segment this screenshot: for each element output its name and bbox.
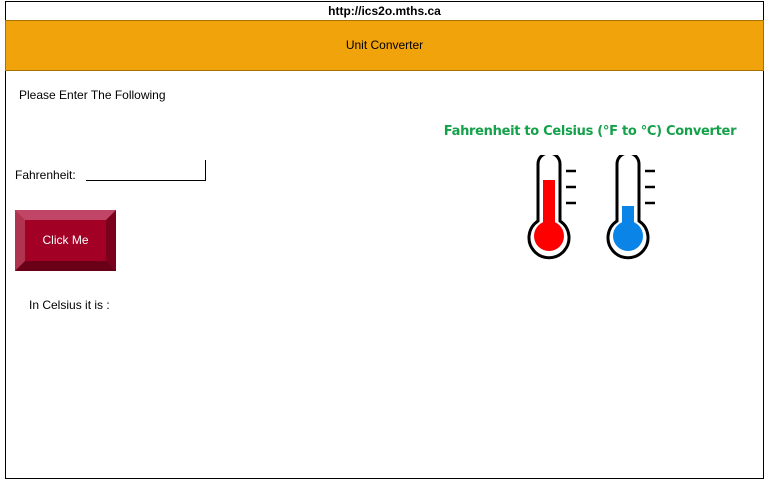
thermometer-illustration [527, 155, 655, 260]
celsius-result-text: In Celsius it is : [29, 298, 110, 312]
illustration-title: Fahrenheit to Celsius (°F to °C) Convert… [443, 124, 737, 139]
app-header: Unit Converter [5, 20, 764, 71]
cold-thermometer-icon [606, 155, 655, 260]
app-title: Unit Converter [345, 38, 424, 52]
fahrenheit-input[interactable] [86, 160, 206, 181]
instruction-text: Please Enter The Following [19, 88, 166, 102]
convert-button[interactable]: Click Me [15, 210, 116, 271]
url-bar: http://ics2o.mths.ca [5, 1, 764, 21]
fahrenheit-label: Fahrenheit: [15, 168, 76, 182]
hot-thermometer-icon [527, 155, 576, 260]
url-text: http://ics2o.mths.ca [328, 4, 441, 18]
